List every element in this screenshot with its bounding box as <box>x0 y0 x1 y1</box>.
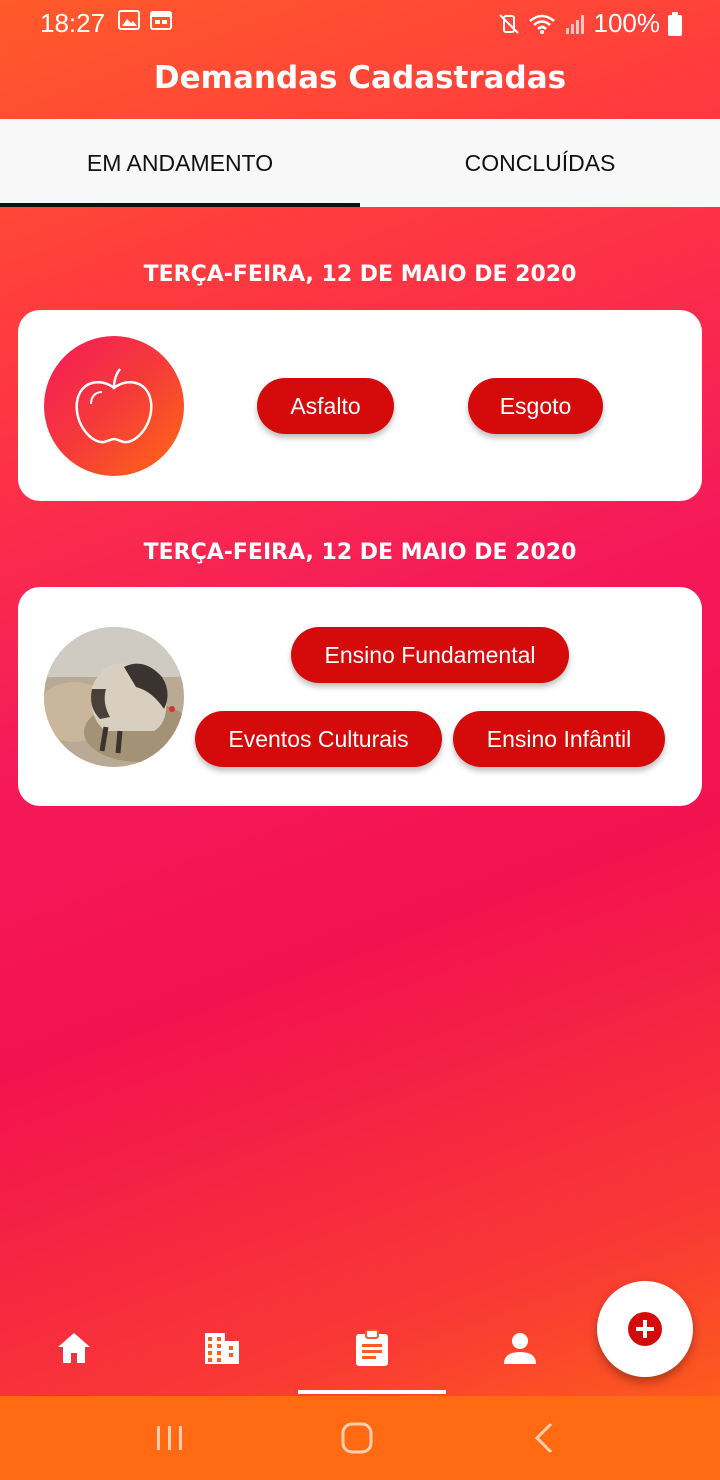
calendar-icon <box>150 11 172 30</box>
battery-icon <box>668 11 682 36</box>
tag-chip[interactable]: Eventos Culturais <box>195 711 442 767</box>
add-circle-icon <box>628 1312 662 1346</box>
page-title: Demandas Cadastradas <box>153 60 567 96</box>
nav-buildings[interactable] <box>148 1300 296 1396</box>
status-bar: 18:27 100% <box>0 0 720 46</box>
building-icon <box>205 1333 239 1364</box>
tag-chip[interactable]: Ensino Fundamental <box>291 627 569 683</box>
status-time: 18:27 <box>40 8 106 38</box>
mute-icon <box>498 13 519 34</box>
tab-concluidas[interactable]: CONCLUÍDAS <box>360 119 720 207</box>
home-icon <box>58 1333 90 1363</box>
apple-icon <box>75 368 153 444</box>
demand-card[interactable]: Ensino Fundamental Eventos Culturais Ens… <box>18 587 702 806</box>
add-demand-button[interactable] <box>597 1281 693 1377</box>
cat-photo <box>44 627 184 767</box>
tag-chip[interactable]: Esgoto <box>468 378 603 434</box>
tag-chip[interactable]: Asfalto <box>257 378 394 434</box>
signal-icon <box>565 14 584 34</box>
nav-demands[interactable] <box>298 1300 446 1396</box>
person-icon <box>504 1333 536 1364</box>
home-button-icon[interactable] <box>337 1418 377 1458</box>
demand-date-header: TERÇA-FEIRA, 12 DE MAIO DE 2020 <box>143 540 577 565</box>
system-navigation-bar <box>0 1396 720 1480</box>
nav-home[interactable] <box>0 1300 148 1396</box>
tab-em-andamento[interactable]: EM ANDAMENTO <box>0 119 360 207</box>
nav-active-indicator <box>298 1390 446 1394</box>
demand-card[interactable]: Asfalto Esgoto <box>18 310 702 501</box>
tag-chip[interactable]: Ensino Infântil <box>453 711 665 767</box>
recent-apps-icon[interactable] <box>150 1418 190 1458</box>
clipboard-icon <box>356 1329 388 1366</box>
nav-profile[interactable] <box>446 1300 594 1396</box>
battery-level: 100% <box>593 8 661 38</box>
wifi-icon <box>528 14 555 34</box>
back-icon[interactable] <box>525 1418 565 1458</box>
demand-date-header: TERÇA-FEIRA, 12 DE MAIO DE 2020 <box>143 262 577 287</box>
apple-avatar <box>44 336 184 476</box>
cat-photo-avatar <box>44 627 184 767</box>
image-icon <box>118 10 140 30</box>
tab-bar: EM ANDAMENTO CONCLUÍDAS <box>0 119 720 207</box>
